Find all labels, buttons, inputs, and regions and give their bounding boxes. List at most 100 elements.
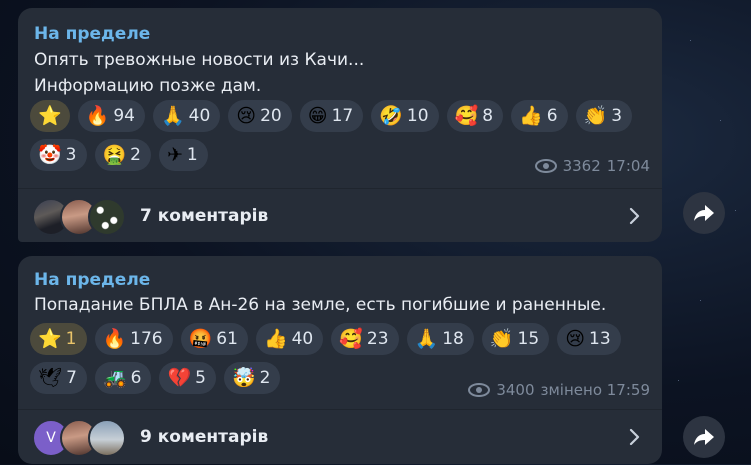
reaction-count: 18 [442, 329, 464, 349]
background-star [678, 380, 679, 381]
reaction-smiling-hearts[interactable]: 🥰 8 [446, 100, 504, 132]
reaction-count: 61 [216, 329, 238, 349]
avatar [88, 198, 126, 236]
message-time: 17:04 [606, 157, 650, 175]
reaction-count: 40 [188, 106, 211, 126]
chevron-right-icon [629, 207, 640, 225]
reaction-folded-hands[interactable]: 🙏 18 [406, 323, 474, 355]
reaction-star[interactable]: ⭐ [30, 100, 70, 132]
reaction-broken-heart[interactable]: 💔 5 [159, 362, 216, 394]
message-line: Информацию позже дам. [34, 76, 262, 96]
reaction-count: 15 [517, 329, 540, 349]
reaction-clapping[interactable]: 👏 15 [481, 323, 550, 355]
tank-image-icon: 🚜 [102, 366, 127, 389]
clown-face-icon: 🤡 [38, 143, 62, 166]
message-text: Попадание БПЛА в Ан-26 на земле, есть по… [34, 292, 606, 318]
reaction-count: 3 [611, 106, 623, 126]
forward-arrow-icon [694, 205, 714, 221]
clapping-hands-icon: 👏 [489, 327, 514, 350]
star-icon: ⭐ [38, 327, 62, 350]
reaction-count: 6 [546, 106, 558, 126]
reaction-star[interactable]: ⭐ 1 [30, 323, 87, 355]
airplane-icon: ✈ [167, 143, 183, 166]
message-meta: 3362 17:04 [534, 157, 650, 175]
reaction-clapping[interactable]: 👏 3 [575, 100, 633, 132]
reaction-count: 13 [589, 329, 611, 349]
message-time: змінено 17:59 [540, 381, 650, 399]
views-eye-icon [534, 159, 557, 173]
thumbs-up-icon: 👍 [263, 327, 288, 350]
folded-hands-icon: 🙏 [414, 327, 439, 350]
forward-button[interactable] [683, 192, 725, 234]
reaction-dove[interactable]: 🕊 7 [30, 362, 87, 394]
reaction-crying[interactable]: 😢 20 [228, 100, 292, 132]
message-bubble[interactable]: На пределе Опять тревожные новости из Ка… [18, 8, 662, 242]
reaction-count: 94 [113, 106, 135, 126]
views-count: 3362 [562, 157, 601, 175]
message-text: Опять тревожные новости из Качи... Инфор… [34, 47, 364, 99]
reaction-clown[interactable]: 🤡 3 [30, 139, 87, 171]
sender-name[interactable]: На пределе [34, 270, 150, 290]
star-icon: ⭐ [38, 104, 62, 127]
reaction-count: 17 [331, 106, 354, 126]
chevron-right-icon [629, 428, 640, 446]
message-meta: 3400 змінено 17:59 [468, 381, 650, 399]
reaction-count: 7 [66, 368, 77, 388]
reaction-count: 5 [195, 368, 206, 388]
exploding-head-icon: 🤯 [231, 366, 256, 389]
clapping-hands-icon: 👏 [583, 104, 608, 127]
reaction-thumbs-up[interactable]: 👍 40 [255, 323, 324, 355]
message-line: Попадание БПЛА в Ан-26 на земле, есть по… [34, 295, 607, 315]
reaction-custom-image[interactable]: 🚜 6 [94, 362, 152, 394]
background-star [720, 120, 721, 121]
comments-label: 7 коментарів [140, 206, 269, 226]
reaction-rofl[interactable]: 🤣 10 [371, 100, 439, 132]
reaction-count: 2 [259, 368, 271, 388]
reaction-count: 176 [130, 329, 163, 349]
reaction-count: 1 [65, 329, 77, 349]
crying-face-icon: 😢 [565, 327, 585, 350]
message-line: Опять тревожные новости из Качи... [34, 50, 365, 70]
reaction-crying[interactable]: 😢 13 [557, 323, 621, 355]
folded-hands-icon: 🙏 [160, 104, 185, 127]
reaction-vomiting[interactable]: 🤮 2 [94, 139, 151, 171]
reaction-folded-hands[interactable]: 🙏 40 [152, 100, 221, 132]
avatar [88, 419, 126, 457]
views-eye-icon [468, 383, 491, 397]
reaction-count: 10 [406, 106, 429, 126]
reaction-thumbs-up[interactable]: 👍 6 [511, 100, 568, 132]
fire-icon: 🔥 [102, 327, 127, 350]
commenter-avatars: V [32, 419, 132, 457]
reaction-count: 3 [65, 145, 77, 165]
rofl-face-icon: 🤣 [379, 104, 403, 127]
comments-row[interactable]: 7 коментарів [18, 188, 662, 244]
message-bubble[interactable]: На пределе Попадание БПЛА в Ан-26 на зем… [18, 256, 662, 464]
cursing-face-icon: 🤬 [188, 327, 213, 350]
reaction-grinning[interactable]: 😁 17 [299, 100, 364, 132]
reaction-fire[interactable]: 🔥 176 [94, 323, 173, 355]
comments-row[interactable]: V 9 коментарів [18, 409, 662, 465]
forward-button[interactable] [683, 416, 725, 458]
smiling-hearts-face-icon: 🥰 [339, 327, 363, 350]
reaction-count: 6 [130, 368, 142, 388]
grinning-face-icon: 😁 [307, 104, 328, 127]
comments-label: 9 коментарів [140, 427, 269, 447]
crying-face-icon: 😢 [236, 104, 257, 127]
broken-heart-icon: 💔 [167, 366, 192, 389]
sender-name[interactable]: На пределе [34, 24, 150, 44]
fire-icon: 🔥 [85, 104, 110, 127]
reaction-cursing[interactable]: 🤬 61 [180, 323, 248, 355]
reaction-exploding-head[interactable]: 🤯 2 [223, 362, 281, 394]
background-star [735, 210, 736, 211]
background-star [690, 40, 691, 41]
reaction-fire[interactable]: 🔥 94 [77, 100, 145, 132]
vomiting-face-icon: 🤮 [102, 143, 127, 166]
views-count: 3400 [496, 381, 535, 399]
reaction-smiling-hearts[interactable]: 🥰 23 [331, 323, 399, 355]
smiling-hearts-face-icon: 🥰 [454, 104, 479, 127]
reaction-airplane[interactable]: ✈ 1 [159, 139, 208, 171]
reaction-count: 8 [482, 106, 494, 126]
reaction-count: 40 [291, 329, 314, 349]
background-star [700, 300, 701, 301]
reaction-count: 23 [366, 329, 389, 349]
